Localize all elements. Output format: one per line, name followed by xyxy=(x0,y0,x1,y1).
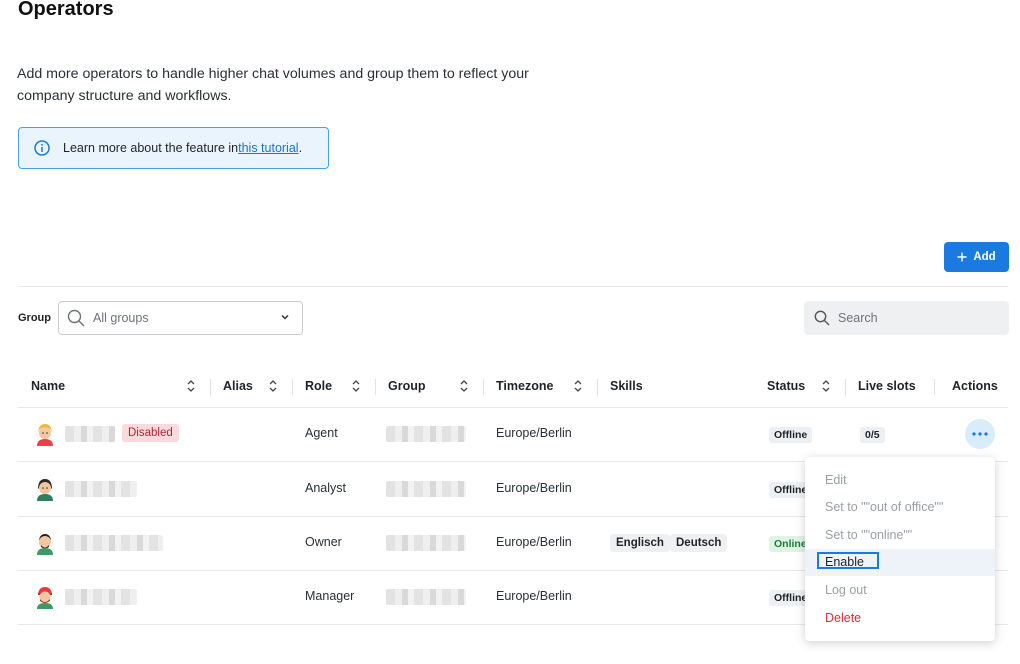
table-row[interactable]: Disabled Agent Europe/Berlin Offline 0/5 xyxy=(18,407,1008,462)
sort-icon[interactable] xyxy=(821,379,831,393)
row-actions-button[interactable] xyxy=(965,419,995,449)
menu-item-enable[interactable]: Enable xyxy=(805,549,995,576)
sort-icon[interactable] xyxy=(351,379,361,393)
avatar xyxy=(37,587,53,609)
col-separator xyxy=(934,379,935,395)
col-skills: Skills xyxy=(610,379,643,393)
redacted-name xyxy=(65,535,163,551)
menu-item-set-out-of-office[interactable]: Set to ""out of office"" xyxy=(805,494,995,521)
col-separator xyxy=(483,379,484,395)
redacted-group xyxy=(386,589,466,605)
sort-icon[interactable] xyxy=(268,379,278,393)
search-icon xyxy=(67,309,85,327)
menu-item-delete[interactable]: Delete xyxy=(805,605,995,632)
col-role[interactable]: Role xyxy=(305,379,332,393)
menu-item-set-online[interactable]: Set to ""online"" xyxy=(805,522,995,549)
avatar xyxy=(37,534,53,555)
info-text: Learn more about the feature in xyxy=(63,141,239,155)
col-separator xyxy=(292,379,293,395)
status-badge: Disabled xyxy=(122,424,179,442)
search-icon xyxy=(814,310,830,326)
info-banner: Learn more about the feature in this tut… xyxy=(18,127,329,169)
add-operator-button[interactable]: Add xyxy=(944,242,1009,272)
cell-role: Analyst xyxy=(305,481,346,495)
col-group[interactable]: Group xyxy=(388,379,426,393)
info-icon xyxy=(34,140,50,156)
menu-item-edit[interactable]: Edit xyxy=(805,467,995,494)
redacted-name xyxy=(65,589,137,605)
group-select[interactable]: All groups xyxy=(58,301,303,335)
cell-timezone: Europe/Berlin xyxy=(496,481,572,495)
live-slots-pill: 0/5 xyxy=(860,427,885,443)
actions-menu: Edit Set to ""out of office"" Set to ""o… xyxy=(805,457,995,641)
cell-role: Agent xyxy=(305,426,338,440)
col-alias[interactable]: Alias xyxy=(223,379,253,393)
redacted-group xyxy=(386,535,466,551)
skill-tag: Deutsch xyxy=(670,534,728,552)
cell-timezone: Europe/Berlin xyxy=(496,589,572,603)
page-title: Operators xyxy=(18,0,114,20)
col-actions: Actions xyxy=(952,379,998,393)
more-horizontal-icon xyxy=(972,432,988,436)
search-box[interactable] xyxy=(804,301,1009,335)
chevron-down-icon xyxy=(280,312,290,322)
cell-role: Manager xyxy=(305,589,355,603)
tutorial-link[interactable]: this tutorial xyxy=(238,141,298,155)
col-status[interactable]: Status xyxy=(767,379,805,393)
plus-icon xyxy=(957,252,967,262)
sort-icon[interactable] xyxy=(573,379,583,393)
col-separator xyxy=(375,379,376,395)
info-text-end: . xyxy=(298,141,303,155)
col-separator xyxy=(845,379,846,395)
sort-icon[interactable] xyxy=(186,379,196,393)
group-select-value: All groups xyxy=(93,311,149,325)
redacted-group xyxy=(386,426,466,442)
col-name[interactable]: Name xyxy=(31,379,65,393)
add-label: Add xyxy=(973,251,996,263)
col-live-slots: Live slots xyxy=(858,379,916,393)
page-description: Add more operators to handle higher chat… xyxy=(17,66,529,104)
sort-icon[interactable] xyxy=(459,379,469,393)
cell-role: Owner xyxy=(305,535,342,549)
cell-timezone: Europe/Berlin xyxy=(496,535,572,549)
col-separator xyxy=(210,379,211,395)
avatar xyxy=(37,424,53,446)
avatar xyxy=(37,479,53,501)
skill-tag: Englisch xyxy=(610,534,670,552)
table-header: Name Alias Role Group Timezone Skills St… xyxy=(18,366,1008,408)
menu-item-log-out[interactable]: Log out xyxy=(805,577,995,604)
status-pill: Offline xyxy=(769,427,813,443)
redacted-name xyxy=(65,481,137,497)
col-timezone[interactable]: Timezone xyxy=(496,379,553,393)
redacted-group xyxy=(386,481,466,497)
cell-timezone: Europe/Berlin xyxy=(496,426,572,440)
redacted-name xyxy=(65,426,115,442)
search-input[interactable] xyxy=(838,311,988,325)
group-filter-label: Group xyxy=(18,312,51,324)
col-separator xyxy=(597,379,598,395)
divider xyxy=(18,286,1008,287)
